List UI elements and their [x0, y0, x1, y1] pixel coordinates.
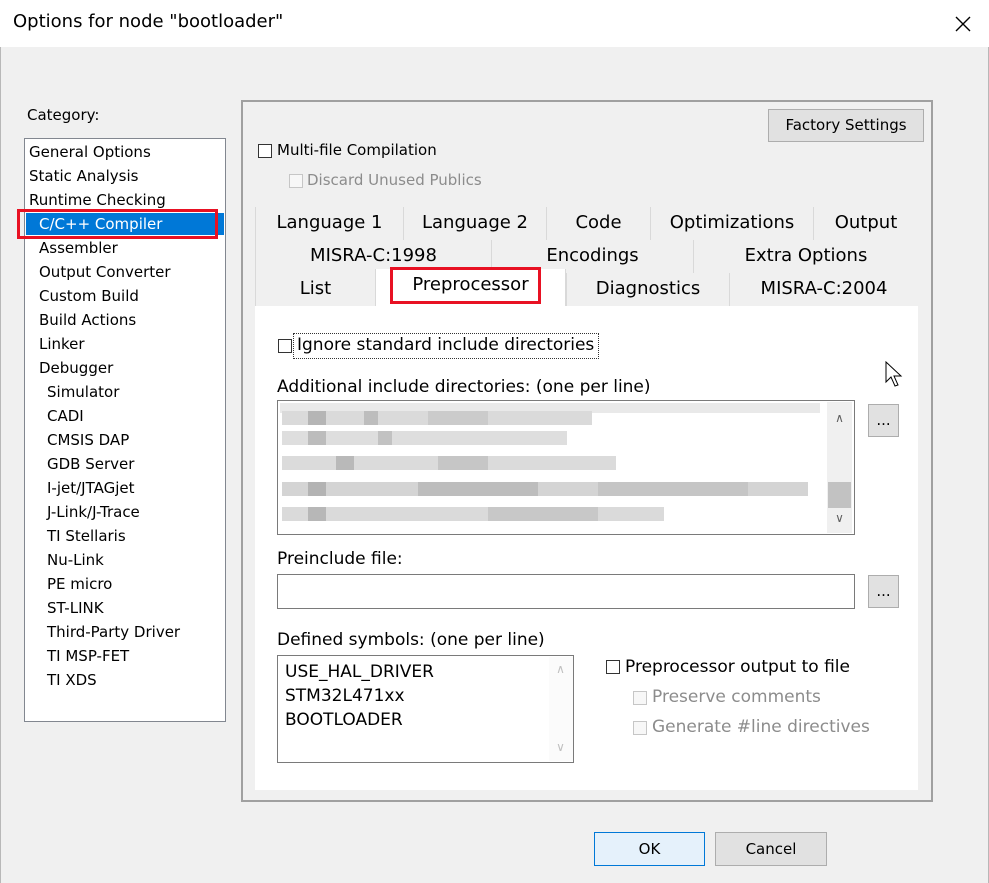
category-item-third-party-driver[interactable]: Third-Party Driver	[47, 621, 180, 643]
tab-optimizations[interactable]: Optimizations	[650, 207, 813, 240]
preserve-comments-label: Preserve comments	[652, 687, 821, 707]
defined-symbol-item: BOOTLOADER	[285, 710, 403, 730]
category-item-ti-stellaris[interactable]: TI Stellaris	[47, 525, 126, 547]
category-item-simulator[interactable]: Simulator	[47, 381, 119, 403]
discard-unused-label: Discard Unused Publics	[307, 171, 482, 189]
category-item-output-converter[interactable]: Output Converter	[39, 261, 171, 283]
category-list[interactable]: General Options Static Analysis Runtime …	[24, 138, 226, 722]
preinclude-label: Preinclude file:	[277, 549, 403, 569]
tab-preprocessor[interactable]: Preprocessor	[375, 269, 566, 307]
multi-file-checkbox[interactable]	[258, 144, 272, 158]
defined-symbols-label: Defined symbols: (one per line)	[277, 630, 545, 650]
scroll-down-icon[interactable]: ∨	[831, 510, 848, 527]
include-dirs-label: Additional include directories: (one per…	[277, 377, 651, 397]
category-item-static-analysis[interactable]: Static Analysis	[29, 165, 138, 187]
factory-settings-button[interactable]: Factory Settings	[768, 109, 924, 142]
preinclude-input[interactable]	[277, 574, 855, 609]
category-item-cadi[interactable]: CADI	[47, 405, 84, 427]
scroll-down-icon[interactable]: ∨	[552, 739, 569, 756]
category-item-ijet[interactable]: I-jet/JTAGjet	[47, 477, 135, 499]
defined-symbols-list[interactable]: USE_HAL_DRIVER STM32L471xx BOOTLOADER ∧ …	[277, 655, 574, 763]
category-item-general-options[interactable]: General Options	[29, 141, 151, 163]
scroll-thumb[interactable]	[828, 482, 851, 508]
tab-diagnostics[interactable]: Diagnostics	[566, 273, 729, 306]
close-icon[interactable]	[951, 12, 975, 36]
category-item-build-actions[interactable]: Build Actions	[39, 309, 136, 331]
category-item-nu-link[interactable]: Nu-Link	[47, 549, 104, 571]
discard-unused-checkbox[interactable]	[289, 174, 303, 188]
defined-symbol-item: STM32L471xx	[285, 686, 405, 706]
cancel-button[interactable]: Cancel	[715, 832, 827, 866]
category-item-assembler[interactable]: Assembler	[39, 237, 118, 259]
include-dirs-scrollbar[interactable]: ∧ ∨	[827, 402, 852, 533]
include-dirs-list[interactable]: ∧ ∨	[277, 400, 855, 535]
tab-misra-2004[interactable]: MISRA-C:2004	[729, 273, 918, 306]
preserve-comments-checkbox[interactable]	[633, 691, 647, 705]
ok-button[interactable]: OK	[594, 832, 705, 866]
category-item-cpp-compiler[interactable]: C/C++ Compiler	[26, 213, 224, 235]
category-item-linker[interactable]: Linker	[39, 333, 85, 355]
tab-language-2[interactable]: Language 2	[403, 207, 546, 240]
tab-extra-options[interactable]: Extra Options	[693, 240, 918, 273]
ignore-std-include-label: Ignore standard include directories	[297, 335, 595, 355]
tab-list[interactable]: List	[255, 273, 375, 306]
preinclude-browse-button[interactable]: ...	[868, 575, 899, 608]
mouse-cursor-icon	[885, 360, 905, 389]
window-border-left	[0, 47, 1, 883]
category-item-custom-build[interactable]: Custom Build	[39, 285, 139, 307]
pp-output-checkbox[interactable]	[606, 660, 620, 674]
category-item-runtime-checking[interactable]: Runtime Checking	[29, 189, 166, 211]
scroll-up-icon[interactable]: ∧	[552, 661, 569, 678]
tab-language-1[interactable]: Language 1	[255, 207, 403, 240]
category-item-gdb-server[interactable]: GDB Server	[47, 453, 134, 475]
category-item-pe-micro[interactable]: PE micro	[47, 573, 112, 595]
category-item-cmsis-dap[interactable]: CMSIS DAP	[47, 429, 129, 451]
defined-symbol-item: USE_HAL_DRIVER	[285, 662, 434, 682]
category-item-debugger[interactable]: Debugger	[39, 357, 113, 379]
generate-line-label: Generate #line directives	[652, 717, 870, 737]
scroll-up-icon[interactable]: ∧	[831, 410, 848, 427]
generate-line-checkbox[interactable]	[633, 721, 647, 735]
category-item-ti-xds[interactable]: TI XDS	[47, 669, 97, 691]
tab-code[interactable]: Code	[546, 207, 650, 240]
pp-output-label: Preprocessor output to file	[625, 657, 850, 677]
multi-file-label: Multi-file Compilation	[277, 141, 437, 159]
category-item-jlink[interactable]: J-Link/J-Trace	[47, 501, 140, 523]
tab-output[interactable]: Output	[813, 207, 918, 240]
ignore-std-include-checkbox[interactable]	[278, 339, 292, 353]
title-bar: Options for node "bootloader"	[0, 0, 989, 47]
window-title: Options for node "bootloader"	[13, 11, 284, 32]
category-item-ti-msp-fet[interactable]: TI MSP-FET	[47, 645, 129, 667]
category-item-st-link[interactable]: ST-LINK	[47, 597, 104, 619]
defined-symbols-scrollbar[interactable]: ∧ ∨	[549, 657, 573, 761]
category-label: Category:	[27, 106, 100, 124]
include-dirs-browse-button[interactable]: ...	[868, 404, 899, 437]
